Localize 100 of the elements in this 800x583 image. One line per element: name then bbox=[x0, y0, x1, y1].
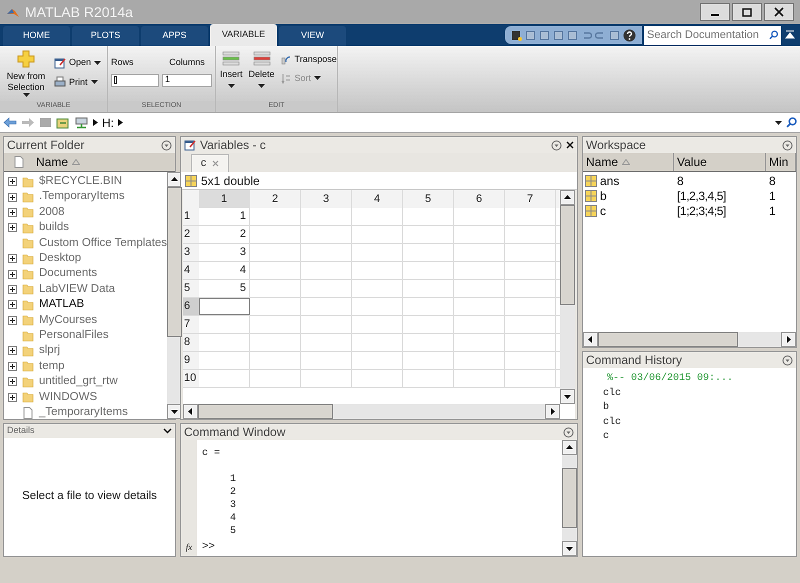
folder-item[interactable]: .TemporaryItems bbox=[39, 188, 125, 206]
column-header[interactable]: 6 bbox=[454, 190, 505, 208]
folder-item[interactable]: 2008 bbox=[39, 204, 65, 222]
history-entry[interactable]: b bbox=[583, 400, 796, 414]
folder-item[interactable]: PersonalFiles bbox=[39, 326, 109, 344]
folder-item[interactable]: Desktop bbox=[39, 250, 82, 268]
folder-item[interactable]: MATLAB bbox=[39, 296, 84, 314]
table-cell[interactable] bbox=[199, 298, 250, 315]
expand-icon[interactable] bbox=[8, 270, 17, 279]
scrollbar-thumb[interactable] bbox=[598, 332, 738, 347]
horizontal-scrollbar[interactable] bbox=[183, 404, 560, 419]
folder-item[interactable]: _TemporaryItems bbox=[39, 404, 128, 422]
history-entry[interactable]: clc bbox=[583, 414, 796, 429]
delete-button[interactable]: Delete bbox=[248, 51, 275, 101]
scrollbar-thumb[interactable] bbox=[562, 468, 577, 528]
chevron-down-icon[interactable] bbox=[163, 428, 172, 434]
vertical-scrollbar[interactable] bbox=[562, 440, 577, 556]
transpose-button[interactable]: Transpose bbox=[280, 53, 337, 66]
scrollbar-thumb[interactable] bbox=[198, 404, 333, 419]
panel-menu-icon[interactable] bbox=[161, 140, 172, 150]
horizontal-scrollbar[interactable] bbox=[583, 332, 796, 347]
search-icon[interactable] bbox=[768, 30, 778, 40]
variable-name[interactable]: b bbox=[600, 186, 607, 204]
scroll-left-icon[interactable] bbox=[583, 332, 598, 347]
expand-icon[interactable] bbox=[8, 177, 17, 186]
folder-item[interactable]: Custom Office Templates bbox=[39, 234, 168, 252]
close-icon[interactable] bbox=[566, 141, 574, 149]
vertical-scrollbar[interactable] bbox=[560, 190, 575, 404]
sort-ascending-icon[interactable] bbox=[622, 159, 630, 165]
scroll-up-icon[interactable] bbox=[562, 440, 577, 455]
table-cell[interactable]: 2 bbox=[199, 226, 250, 243]
ribbon-tab[interactable]: VARIABLE bbox=[210, 24, 277, 46]
column-header[interactable]: 3 bbox=[301, 190, 352, 208]
back-arrow-icon[interactable] bbox=[3, 117, 17, 128]
vertical-scrollbar[interactable] bbox=[167, 172, 182, 419]
panel-menu-icon[interactable] bbox=[782, 140, 793, 150]
columns-input[interactable]: 1 bbox=[162, 74, 212, 86]
scroll-right-icon[interactable] bbox=[781, 332, 796, 347]
expand-icon[interactable] bbox=[8, 316, 17, 325]
column-header[interactable]: 7 bbox=[505, 190, 556, 208]
scroll-down-icon[interactable] bbox=[560, 389, 575, 404]
maximize-button[interactable] bbox=[732, 3, 762, 21]
table-cell[interactable]: 1 bbox=[199, 208, 250, 225]
expand-icon[interactable] bbox=[8, 223, 17, 232]
folder-item[interactable]: $RECYCLE.BIN bbox=[39, 173, 122, 190]
row-header[interactable]: 10 bbox=[183, 370, 199, 387]
column-header[interactable]: 5 bbox=[403, 190, 454, 208]
expand-icon[interactable] bbox=[8, 362, 17, 371]
column-header[interactable]: Value bbox=[674, 153, 766, 171]
row-header[interactable]: 2 bbox=[183, 226, 199, 243]
column-header[interactable]: 4 bbox=[352, 190, 403, 208]
browse-folder-icon[interactable] bbox=[56, 116, 70, 128]
close-button[interactable] bbox=[764, 3, 794, 21]
variable-name[interactable]: ans bbox=[600, 172, 620, 190]
function-button[interactable]: fx bbox=[186, 540, 192, 554]
folder-item[interactable]: temp bbox=[39, 358, 65, 376]
ribbon-tab[interactable]: VIEW bbox=[279, 26, 346, 46]
scrollbar-thumb[interactable] bbox=[167, 187, 182, 337]
column-title[interactable]: Name bbox=[34, 153, 68, 171]
scroll-up-icon[interactable] bbox=[167, 172, 182, 187]
expand-icon[interactable] bbox=[8, 192, 17, 202]
panel-menu-icon[interactable] bbox=[551, 140, 562, 150]
column-header[interactable]: 1 bbox=[199, 190, 250, 208]
row-header[interactable]: 9 bbox=[183, 352, 199, 369]
column-header[interactable]: Min bbox=[766, 153, 796, 171]
column-header[interactable]: 2 bbox=[250, 190, 301, 208]
ribbon-tab[interactable]: HOME bbox=[3, 26, 70, 46]
scroll-down-icon[interactable] bbox=[562, 541, 577, 556]
ribbon-tab[interactable]: PLOTS bbox=[72, 26, 139, 46]
scroll-left-icon[interactable] bbox=[183, 404, 198, 419]
expand-icon[interactable] bbox=[8, 208, 17, 217]
search-field[interactable]: Search Documentation bbox=[644, 26, 781, 44]
panel-menu-icon[interactable] bbox=[782, 354, 793, 366]
history-entry[interactable]: %-- 03/06/2015 09:... bbox=[583, 371, 796, 386]
expand-icon[interactable] bbox=[8, 392, 17, 402]
expand-icon[interactable] bbox=[8, 346, 17, 356]
open-button[interactable]: Open bbox=[54, 56, 102, 70]
scrollbar-thumb[interactable] bbox=[560, 205, 575, 305]
ribbon-tab[interactable]: APPS bbox=[141, 26, 208, 46]
folder-item[interactable]: LabVIEW Data bbox=[39, 280, 116, 298]
row-header[interactable]: 5 bbox=[183, 280, 199, 297]
forward-arrow-icon[interactable] bbox=[21, 117, 35, 128]
expand-icon[interactable] bbox=[8, 284, 17, 294]
row-header[interactable]: 1 bbox=[183, 208, 199, 225]
folder-item[interactable]: untitled_grt_rtw bbox=[39, 373, 118, 390]
search-icon[interactable] bbox=[786, 117, 797, 128]
folder-item[interactable]: Documents bbox=[39, 265, 98, 283]
insert-button[interactable]: Insert bbox=[220, 51, 243, 101]
redo-icon[interactable] bbox=[595, 30, 606, 40]
table-cell[interactable]: 5 bbox=[199, 280, 250, 297]
breadcrumb-arrow-icon[interactable] bbox=[93, 119, 98, 126]
folder-item[interactable]: MyCourses bbox=[39, 312, 98, 329]
rows-input[interactable] bbox=[111, 74, 159, 86]
row-header[interactable]: 3 bbox=[183, 244, 199, 261]
scroll-up-icon[interactable] bbox=[560, 190, 575, 205]
breadcrumb-arrow-icon[interactable] bbox=[118, 119, 123, 126]
history-entry[interactable]: clc bbox=[583, 386, 796, 400]
folder-item[interactable]: slprj bbox=[39, 342, 60, 360]
undo-icon[interactable] bbox=[581, 30, 592, 40]
help-icon[interactable] bbox=[623, 28, 636, 42]
